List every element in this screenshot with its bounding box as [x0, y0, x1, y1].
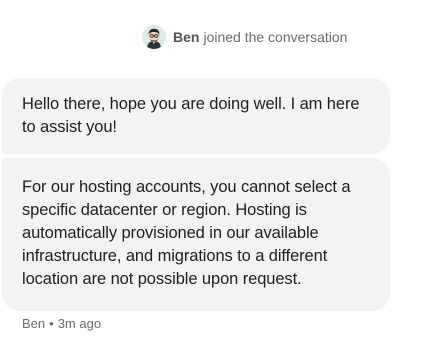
message-bubble: For our hosting accounts, you cannot sel…: [2, 158, 390, 311]
message-meta: Ben • 3m ago: [22, 316, 101, 331]
agent-avatar-icon: [142, 25, 166, 49]
meta-separator: •: [49, 316, 54, 331]
message-bubble: Hello there, hope you are doing well. I …: [2, 78, 390, 154]
join-notice-text: joined the conversation: [203, 29, 348, 45]
join-notice: Ben joined the conversation: [142, 24, 347, 50]
meta-timestamp: 3m ago: [57, 316, 102, 331]
message-text: Hello there, hope you are doing well. I …: [22, 95, 360, 136]
message-text: For our hosting accounts, you cannot sel…: [22, 178, 351, 288]
meta-author: Ben: [22, 316, 46, 331]
join-author-name: Ben: [173, 29, 200, 45]
